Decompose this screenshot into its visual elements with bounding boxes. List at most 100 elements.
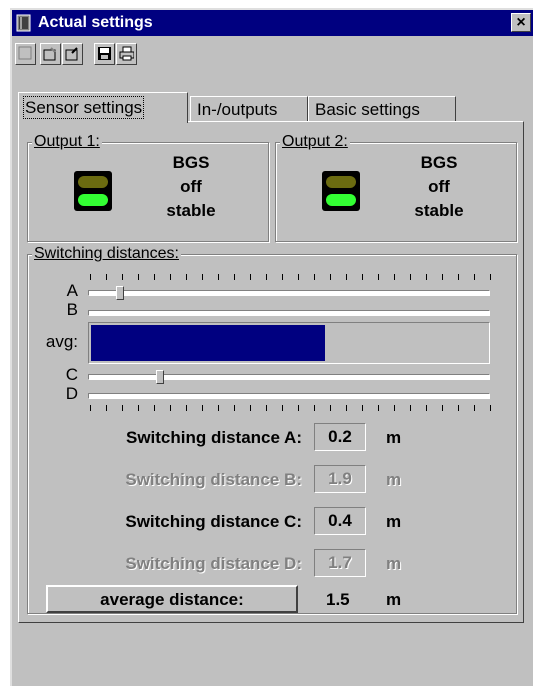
export-button[interactable]: [62, 43, 83, 65]
import-button[interactable]: [40, 43, 61, 65]
switching-distances-legend: Switching distances:: [32, 245, 181, 263]
slider-a-thumb[interactable]: [116, 286, 125, 300]
tick-mark: [202, 405, 203, 411]
slider-c-label: C: [65, 365, 78, 384]
tick-mark: [170, 405, 171, 411]
tick-mark: [474, 274, 475, 280]
tick-mark: [330, 405, 331, 411]
tick-mark: [250, 405, 251, 411]
title-bar[interactable]: Actual settings ×: [12, 10, 533, 36]
tick-mark: [234, 274, 235, 280]
output-2-led: [322, 171, 360, 211]
slider-c-track[interactable]: [88, 374, 490, 380]
led-bottom-lamp: [326, 194, 356, 206]
tick-mark: [362, 405, 363, 411]
tick-mark: [458, 405, 459, 411]
top-tick-marks: [90, 274, 491, 280]
tick-mark: [410, 274, 411, 280]
switching-distance-a-value: 0.2: [314, 423, 366, 451]
tick-mark: [442, 405, 443, 411]
tick-mark: [346, 405, 347, 411]
tick-mark: [394, 405, 395, 411]
tab-label: Sensor settings: [22, 96, 145, 119]
output-2-status: BGS off stable: [394, 151, 484, 223]
slider-b-label: B: [66, 300, 78, 319]
output-1-line3: stable: [166, 201, 216, 220]
tick-mark: [474, 405, 475, 411]
tick-mark: [314, 405, 315, 411]
tick-mark: [426, 274, 427, 280]
tick-mark: [122, 405, 123, 411]
tab-in-outputs[interactable]: In-/outputs: [190, 96, 308, 122]
slider-d-track[interactable]: [88, 393, 490, 399]
output-2-line3: stable: [414, 201, 464, 220]
print-button[interactable]: [116, 43, 137, 65]
avg-bar-fill: [91, 325, 325, 361]
output-1-line2: off: [180, 177, 202, 196]
average-distance-button[interactable]: average distance:: [46, 585, 298, 613]
tick-mark: [410, 405, 411, 411]
import-icon: [43, 47, 56, 61]
avg-bar: [88, 322, 490, 364]
led-top-lamp: [78, 176, 108, 188]
tick-mark: [298, 274, 299, 280]
tab-basic-settings[interactable]: Basic settings: [308, 96, 456, 122]
tick-mark: [106, 274, 107, 280]
output-1-line1: BGS: [172, 153, 210, 172]
tick-mark: [314, 274, 315, 280]
tick-mark: [362, 274, 363, 280]
tick-mark: [186, 274, 187, 280]
tick-mark: [154, 405, 155, 411]
slider-a-label: A: [66, 281, 78, 300]
average-distance-value: 1.5: [326, 590, 350, 609]
actual-settings-window: Actual settings × Sensor settings In-/ou…: [10, 8, 533, 686]
tick-mark: [282, 274, 283, 280]
tick-mark: [378, 405, 379, 411]
tick-mark: [186, 405, 187, 411]
switching-distance-b-value: 1.9: [314, 465, 366, 493]
tick-mark: [426, 405, 427, 411]
output-1-status: BGS off stable: [146, 151, 236, 223]
tick-mark: [90, 274, 91, 280]
led-top-lamp: [326, 176, 356, 188]
tick-mark: [106, 405, 107, 411]
tick-mark: [442, 274, 443, 280]
print-icon: [119, 46, 134, 61]
switching-distance-c-label: Switching distance C:: [125, 512, 302, 531]
save-button[interactable]: [94, 43, 115, 65]
window-title: Actual settings: [38, 14, 153, 31]
output-2-group: Output 2: BGS off stable: [275, 133, 517, 242]
slider-d-label: D: [65, 384, 78, 403]
tick-mark: [394, 274, 395, 280]
save-icon: [98, 47, 111, 60]
tab-sensor-settings[interactable]: Sensor settings: [18, 92, 188, 123]
led-bottom-lamp: [78, 194, 108, 206]
switching-distances-group: Switching distances: A B avg: C D Switch…: [27, 245, 517, 614]
tick-mark: [490, 405, 491, 411]
switching-distance-b-unit: m: [386, 470, 402, 489]
switching-distance-c-unit: m: [386, 512, 402, 531]
output-2-line1: BGS: [420, 153, 458, 172]
new-button[interactable]: [15, 43, 36, 65]
tick-mark: [90, 405, 91, 411]
output-2-legend: Output 2:: [280, 133, 350, 151]
sensor-settings-panel: Output 1: BGS off stable Output 2: BGS o…: [18, 121, 524, 623]
tick-mark: [346, 274, 347, 280]
tick-mark: [218, 405, 219, 411]
average-distance-unit: m: [386, 590, 402, 609]
tick-mark: [138, 405, 139, 411]
tick-mark: [266, 405, 267, 411]
tick-mark: [298, 405, 299, 411]
slider-c-thumb[interactable]: [156, 370, 165, 384]
close-button[interactable]: ×: [511, 13, 531, 32]
output-1-led: [74, 171, 112, 211]
slider-a-track[interactable]: [88, 290, 490, 296]
tick-mark: [458, 274, 459, 280]
tick-mark: [266, 274, 267, 280]
output-1-group: Output 1: BGS off stable: [27, 133, 269, 242]
tick-mark: [490, 274, 491, 280]
tick-mark: [202, 274, 203, 280]
slider-b-track[interactable]: [88, 310, 490, 316]
bottom-tick-marks: [90, 405, 491, 411]
tick-mark: [250, 274, 251, 280]
